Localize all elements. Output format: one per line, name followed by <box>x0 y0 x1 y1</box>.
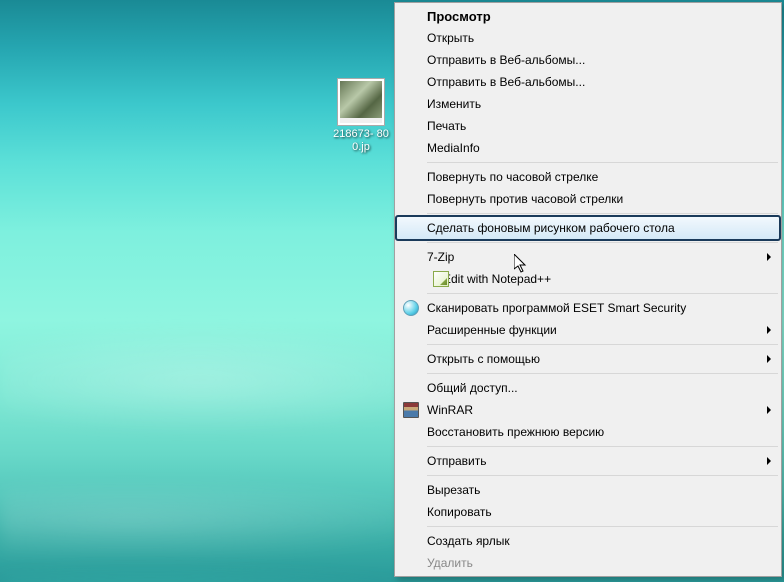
menu-item[interactable]: Отправить <box>397 450 779 472</box>
menu-item[interactable]: Печать <box>397 115 779 137</box>
notepad-icon <box>433 271 449 287</box>
winrar-icon <box>403 402 419 418</box>
submenu-arrow-icon <box>767 457 771 465</box>
submenu-arrow-icon <box>767 355 771 363</box>
menu-item-label: Изменить <box>427 97 481 111</box>
menu-separator <box>427 162 778 163</box>
menu-item[interactable]: Повернуть по часовой стрелке <box>397 166 779 188</box>
menu-item-label: Сделать фоновым рисунком рабочего стола <box>427 221 675 235</box>
menu-item[interactable]: Сканировать программой ESET Smart Securi… <box>397 297 779 319</box>
desktop-file-icon[interactable]: 218673- 800.jp <box>330 78 392 154</box>
menu-item-label: Отправить <box>427 454 487 468</box>
menu-item-label: Открыть с помощью <box>427 352 540 366</box>
menu-item-label: Просмотр <box>427 9 491 24</box>
menu-item[interactable]: Сделать фоновым рисунком рабочего стола <box>396 216 780 240</box>
image-thumbnail <box>337 78 385 126</box>
submenu-arrow-icon <box>767 406 771 414</box>
menu-separator <box>427 213 778 214</box>
menu-separator <box>427 293 778 294</box>
menu-item-label: Открыть <box>427 31 474 45</box>
menu-item-label: Удалить <box>427 556 473 570</box>
menu-separator <box>427 446 778 447</box>
desktop-background: 218673- 800.jp Просмотр Открыть Отправить … <box>0 0 784 582</box>
menu-item-label: Восстановить прежнюю версию <box>427 425 604 439</box>
menu-item[interactable]: MediaInfo <box>397 137 779 159</box>
menu-item[interactable]: Просмотр <box>397 5 779 27</box>
menu-item[interactable]: Общий доступ... <box>397 377 779 399</box>
menu-item[interactable]: Расширенные функции <box>397 319 779 341</box>
submenu-arrow-icon <box>767 253 771 261</box>
menu-item[interactable]: Открыть <box>397 27 779 49</box>
menu-item[interactable]: Удалить <box>397 552 779 574</box>
menu-item-label: 7-Zip <box>427 250 454 264</box>
menu-item-label: Общий доступ... <box>427 381 518 395</box>
menu-item[interactable]: Вырезать <box>397 479 779 501</box>
menu-item[interactable]: Повернуть против часовой стрелки <box>397 188 779 210</box>
menu-item-label: Расширенные функции <box>427 323 557 337</box>
menu-separator <box>427 373 778 374</box>
menu-item-label: Edit with Notepad++ <box>443 272 551 286</box>
menu-item[interactable]: WinRAR <box>397 399 779 421</box>
eset-icon <box>403 300 419 316</box>
menu-item-label: Отправить в Веб-альбомы... <box>427 53 585 67</box>
menu-item[interactable]: Копировать <box>397 501 779 523</box>
menu-item-label: MediaInfo <box>427 141 480 155</box>
menu-item-label: Повернуть против часовой стрелки <box>427 192 623 206</box>
menu-separator <box>427 526 778 527</box>
menu-item[interactable]: Восстановить прежнюю версию <box>397 421 779 443</box>
menu-item-label: WinRAR <box>427 403 473 417</box>
menu-item[interactable]: Открыть с помощью <box>397 348 779 370</box>
menu-item[interactable]: 7-Zip <box>397 246 779 268</box>
menu-item-label: Печать <box>427 119 466 133</box>
menu-separator <box>427 242 778 243</box>
menu-item[interactable]: Edit with Notepad++ <box>397 268 779 290</box>
menu-item[interactable]: Отправить в Веб-альбомы... <box>397 71 779 93</box>
submenu-arrow-icon <box>767 326 771 334</box>
menu-item-label: Повернуть по часовой стрелке <box>427 170 598 184</box>
menu-separator <box>427 475 778 476</box>
menu-item-label: Копировать <box>427 505 492 519</box>
menu-item-label: Создать ярлык <box>427 534 510 548</box>
menu-item[interactable]: Изменить <box>397 93 779 115</box>
menu-item-label: Отправить в Веб-альбомы... <box>427 75 585 89</box>
menu-item-label: Вырезать <box>427 483 480 497</box>
menu-separator <box>427 344 778 345</box>
file-label: 218673- 800.jp <box>330 128 392 154</box>
menu-item-label: Сканировать программой ESET Smart Securi… <box>427 301 686 315</box>
menu-item[interactable]: Отправить в Веб-альбомы... <box>397 49 779 71</box>
menu-item[interactable]: Создать ярлык <box>397 530 779 552</box>
context-menu: Просмотр Открыть Отправить в Веб-альбомы..… <box>394 2 782 577</box>
